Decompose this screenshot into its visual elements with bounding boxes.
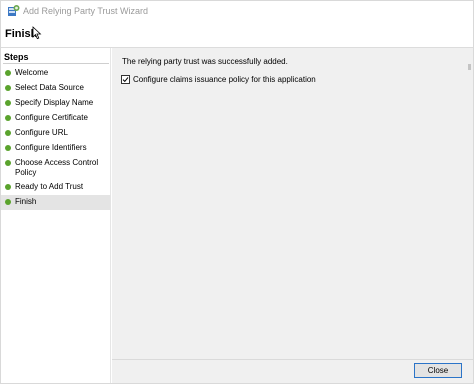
step-welcome: Welcome [1,68,111,78]
steps-heading: Steps [4,52,29,62]
step-label: Configure URL [15,128,68,137]
step-label: Configure Identifiers [15,143,87,152]
footer-divider [112,359,473,360]
close-button[interactable]: Close [414,363,462,378]
mouse-cursor-icon [32,26,42,40]
step-complete-icon [5,100,11,106]
step-configure-url: Configure URL [1,128,111,138]
content-panel: The relying party trust was successfully… [112,48,473,383]
success-message: The relying party trust was successfully… [122,57,288,66]
window-title: Add Relying Party Trust Wizard [23,6,149,16]
step-label: Specify Display Name [15,98,94,107]
step-complete-icon [5,160,11,166]
adfs-server-icon [6,4,20,18]
claims-policy-checkbox[interactable] [121,75,130,84]
step-complete-icon [5,145,11,151]
checkmark-icon [122,77,129,83]
wizard-window: Add Relying Party Trust Wizard Finish St… [0,0,474,384]
step-choose-access-control-policy: Choose Access Control Policy [1,158,111,178]
steps-divider [3,63,109,64]
step-finish: Finish [1,195,111,210]
step-complete-icon [5,184,11,190]
step-select-data-source: Select Data Source [1,83,111,93]
step-specify-display-name: Specify Display Name [1,98,111,108]
title-bar: Add Relying Party Trust Wizard [1,1,473,23]
step-label: Ready to Add Trust [15,182,84,191]
step-complete-icon [5,85,11,91]
step-label: Finish [15,197,37,206]
step-label: Configure Certificate [15,113,88,122]
claims-policy-label[interactable]: Configure claims issuance policy for thi… [133,75,316,84]
step-complete-icon [5,70,11,76]
step-label: Select Data Source [15,83,84,92]
step-label: Welcome [15,68,49,77]
step-configure-identifiers: Configure Identifiers [1,143,111,153]
step-complete-icon [5,130,11,136]
step-complete-icon [5,115,11,121]
step-current-icon [5,199,11,205]
step-label: Choose Access Control Policy [15,158,99,177]
steps-sidebar: Steps Welcome Select Data Source Specify… [1,48,111,383]
scrollbar-thumb[interactable] [468,64,471,70]
step-ready-to-add-trust: Ready to Add Trust [1,182,111,192]
page-header: Finish [1,23,473,47]
step-configure-certificate: Configure Certificate [1,113,111,123]
